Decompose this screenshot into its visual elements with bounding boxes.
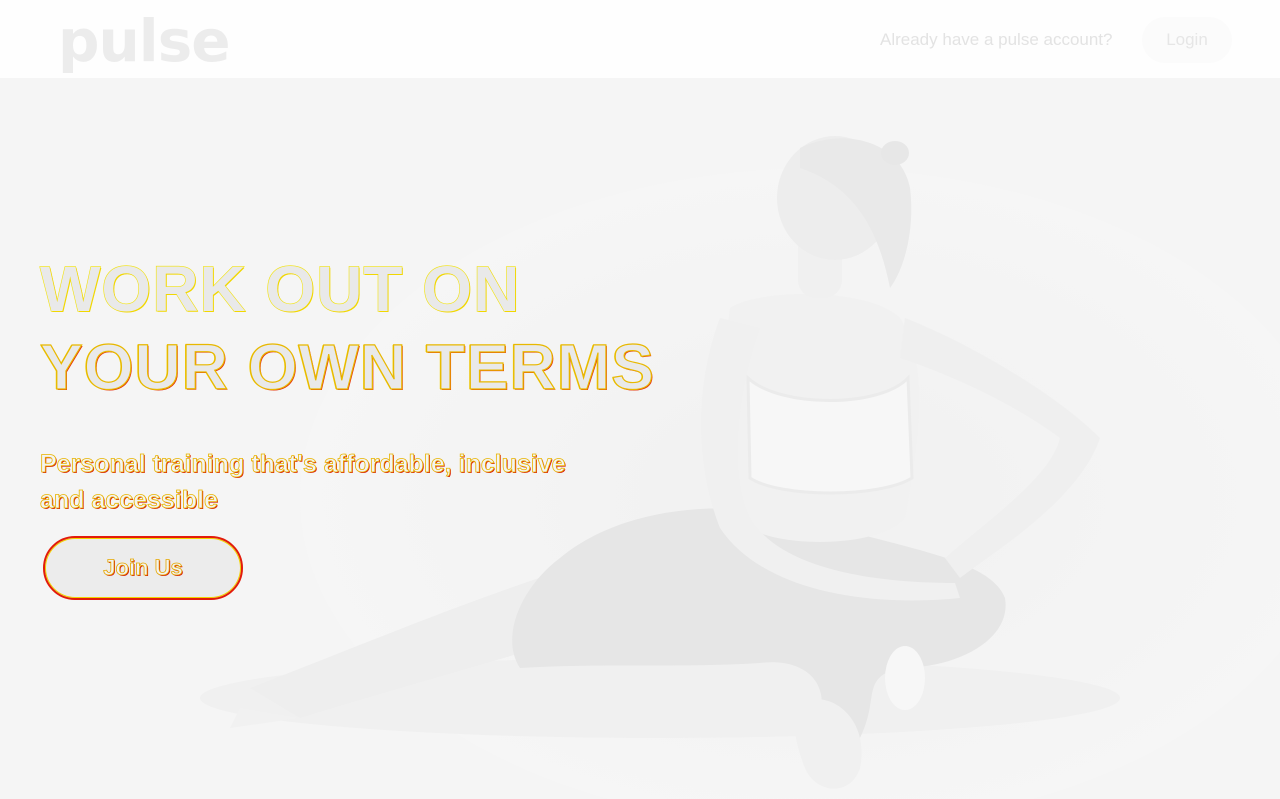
headline-line-2: YOUR OWN TERMS [39, 330, 655, 403]
login-button[interactable]: Login [1142, 17, 1232, 63]
top-navigation-bar: pulse Already have a pulse account? Logi… [0, 0, 1280, 78]
hero-headline: WORK OUT ON YOUR OWN TERMS [39, 250, 655, 406]
hero-tagline: Personal training that's affordable, inc… [40, 450, 566, 515]
pulse-logo[interactable]: pulse [58, 2, 231, 80]
join-us-button[interactable]: Join Us [43, 536, 243, 600]
landing-page: pulse Already have a pulse account? Logi… [0, 0, 1280, 799]
headline-line-1: WORK OUT ON [39, 252, 521, 325]
hero-section: WORK OUT ON YOUR OWN TERMS Personal trai… [39, 250, 655, 600]
account-prompt-text: Already have a pulse account? [880, 30, 1113, 49]
